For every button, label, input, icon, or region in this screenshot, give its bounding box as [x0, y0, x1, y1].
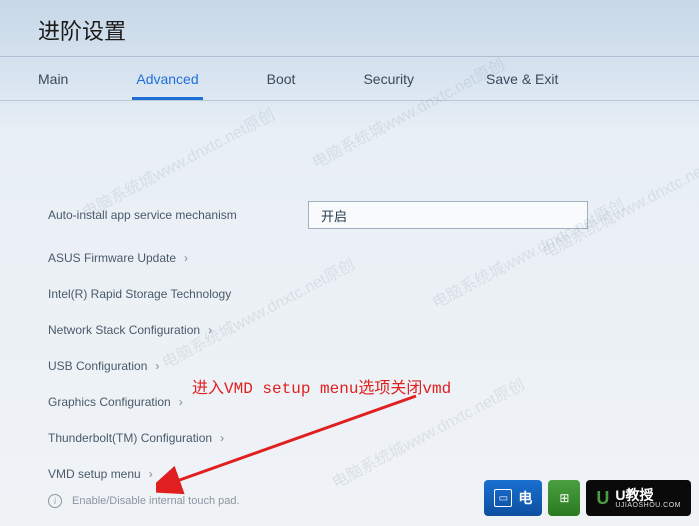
item-label: ASUS Firmware Update [48, 251, 176, 265]
badge-u-sub: UJIAOSHOU.COM [615, 502, 681, 509]
item-label: VMD setup menu [48, 467, 141, 481]
thunderbolt-config[interactable]: Thunderbolt(TM) Configuration › [48, 431, 651, 445]
badge-windows: ⊞ [548, 480, 580, 516]
vmd-setup-menu[interactable]: VMD setup menu › [48, 467, 651, 481]
usb-config[interactable]: USB Configuration › [48, 359, 651, 373]
chevron-right-icon: › [149, 467, 153, 481]
item-label: USB Configuration [48, 359, 147, 373]
badge-ujiaoshou: U U教授 UJIAOSHOU.COM [586, 480, 691, 516]
tabs-bar: Main Advanced Boot Security Save & Exit [0, 57, 699, 101]
item-label: Thunderbolt(TM) Configuration [48, 431, 212, 445]
info-icon: i [48, 494, 62, 508]
tab-main[interactable]: Main [38, 59, 68, 99]
chevron-right-icon: › [184, 251, 188, 265]
settings-panel: Auto-install app service mechanism 开启 AS… [0, 101, 699, 481]
monitor-icon: ▭ [494, 489, 512, 507]
page-title: 进阶设置 [0, 0, 699, 57]
badge-u-main: U教授 [615, 488, 681, 502]
chevron-right-icon: › [208, 323, 212, 337]
tab-security[interactable]: Security [363, 59, 414, 99]
hint-text: Enable/Disable internal touch pad. [72, 495, 240, 507]
chevron-right-icon: › [179, 395, 183, 409]
u-icon: U [596, 488, 609, 509]
badge-dian: ▭ 电 [484, 480, 542, 516]
auto-service-select[interactable]: 开启 [308, 201, 588, 229]
windows-icon: ⊞ [559, 491, 569, 505]
badge-group: ▭ 电 ⊞ U U教授 UJIAOSHOU.COM [484, 480, 691, 516]
item-label: Graphics Configuration [48, 395, 171, 409]
auto-service-label: Auto-install app service mechanism [48, 208, 308, 222]
asus-firmware-update[interactable]: ASUS Firmware Update › [48, 251, 651, 265]
tab-boot[interactable]: Boot [267, 59, 296, 99]
intel-rst[interactable]: Intel(R) Rapid Storage Technology [48, 287, 651, 301]
chevron-right-icon: › [155, 359, 159, 373]
auto-service-value: 开启 [321, 206, 347, 225]
auto-service-row: Auto-install app service mechanism 开启 [48, 201, 651, 229]
badge-dian-text: 电 [518, 488, 532, 508]
tab-save-exit[interactable]: Save & Exit [486, 59, 558, 99]
network-stack-config[interactable]: Network Stack Configuration › [48, 323, 651, 337]
item-label: Intel(R) Rapid Storage Technology [48, 287, 231, 301]
annotation-text: 进入VMD setup menu选项关闭vmd [192, 374, 451, 398]
hint-row: i Enable/Disable internal touch pad. [48, 494, 240, 508]
tab-advanced[interactable]: Advanced [136, 59, 198, 99]
item-label: Network Stack Configuration [48, 323, 200, 337]
chevron-right-icon: › [220, 431, 224, 445]
